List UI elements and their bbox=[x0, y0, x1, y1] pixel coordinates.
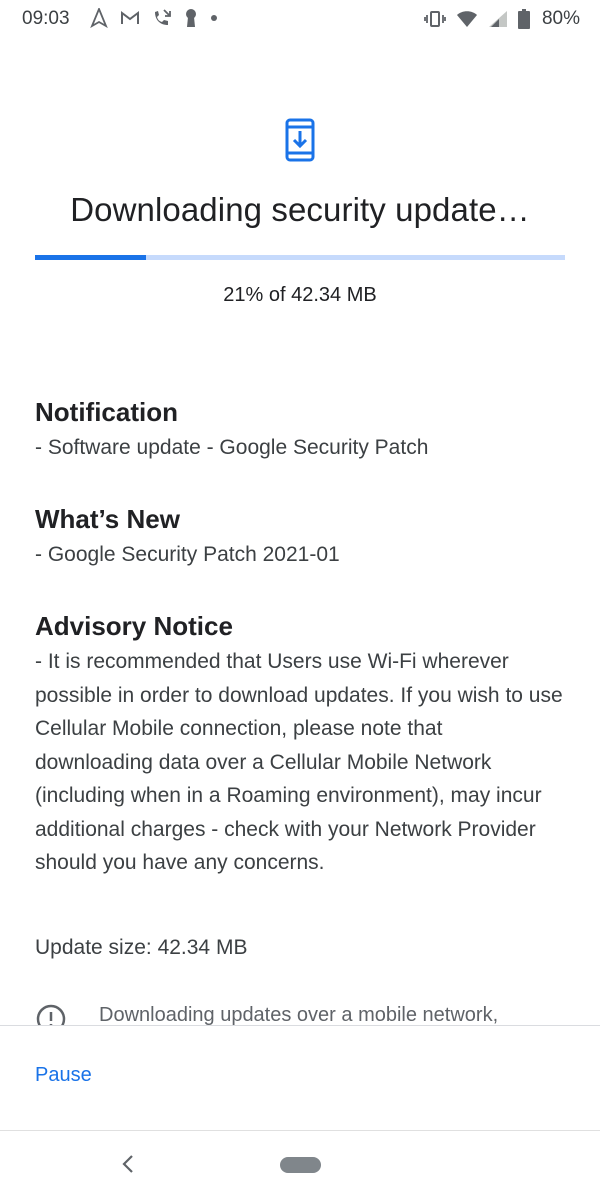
dot-icon bbox=[210, 14, 218, 22]
status-bar: 09:03 80% bbox=[0, 0, 600, 38]
back-chevron-icon[interactable] bbox=[118, 1152, 138, 1176]
warning-text: Downloading updates over a mobile networ… bbox=[99, 1004, 499, 1025]
info-alert-icon bbox=[35, 1003, 67, 1025]
update-size-text: Update size: 42.34 MB bbox=[35, 936, 248, 959]
download-progress-bar bbox=[35, 255, 565, 260]
mobile-data-warning: Downloading updates over a mobile networ… bbox=[35, 1001, 565, 1025]
section-heading: What’s New bbox=[35, 504, 180, 534]
home-pill-icon[interactable] bbox=[280, 1157, 321, 1173]
vibrate-icon bbox=[424, 10, 446, 28]
nav-bar-divider bbox=[0, 1130, 600, 1131]
action-bar-divider bbox=[0, 1025, 600, 1026]
gmail-icon bbox=[120, 10, 140, 26]
notification-icons bbox=[90, 8, 218, 28]
keyhole-icon bbox=[184, 8, 198, 28]
pause-button[interactable]: Pause bbox=[35, 1064, 92, 1087]
download-progress-fill bbox=[35, 255, 147, 260]
missed-call-icon bbox=[152, 8, 172, 28]
battery-icon bbox=[517, 9, 530, 29]
system-icons: 80% bbox=[424, 8, 580, 30]
status-time: 09:03 bbox=[22, 8, 70, 29]
whats-new-section: What’s New - Google Security Patch 2021-… bbox=[35, 502, 565, 572]
system-update-icon bbox=[284, 118, 316, 162]
maps-navigation-icon bbox=[90, 8, 108, 28]
advisory-notice-section: Advisory Notice - It is recommended that… bbox=[35, 609, 565, 880]
section-body: - Software update - Google Security Patc… bbox=[35, 436, 429, 459]
section-heading: Advisory Notice bbox=[35, 611, 233, 641]
page-title: Downloading security update… bbox=[70, 191, 530, 228]
signal-icon bbox=[488, 10, 508, 28]
section-body: - Google Security Patch 2021-01 bbox=[35, 543, 340, 566]
download-progress-text: 21% of 42.34 MB bbox=[223, 284, 377, 306]
section-heading: Notification bbox=[35, 397, 178, 427]
battery-percent: 80% bbox=[541, 8, 580, 29]
notification-section: Notification - Software update - Google … bbox=[35, 395, 565, 465]
section-body: - It is recommended that Users use Wi-Fi… bbox=[35, 650, 563, 874]
wifi-icon bbox=[456, 10, 478, 28]
